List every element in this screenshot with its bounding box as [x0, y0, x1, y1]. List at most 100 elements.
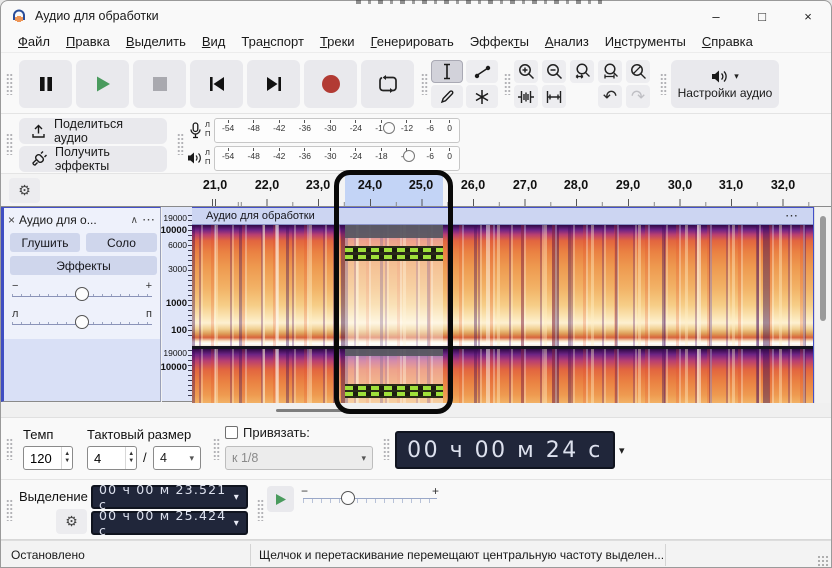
track-menu-icon[interactable]: ⋯	[142, 212, 156, 228]
speed-knob[interactable]	[341, 491, 355, 505]
play-button[interactable]	[76, 60, 129, 108]
spin-down-icon[interactable]: ▼	[128, 458, 134, 465]
toolbar-grip[interactable]	[6, 133, 13, 155]
vertical-scrollbar[interactable]	[814, 207, 831, 403]
playhead-time-display[interactable]: 00 ч 00 м 24 с	[395, 431, 615, 469]
get-effects-button[interactable]: Получить эффекты	[19, 145, 167, 173]
pan-knob[interactable]	[75, 315, 89, 329]
track-name[interactable]: Аудио для о...	[19, 213, 127, 227]
beats-input[interactable]	[88, 447, 126, 469]
redo-button[interactable]: ↷	[626, 85, 650, 108]
timeline-tick-label: 30,0	[667, 178, 693, 192]
multi-tool-button[interactable]	[466, 85, 498, 108]
snap-checkbox[interactable]	[225, 426, 238, 439]
playback-meter[interactable]: -54 -48 -42 -36 -30 -24 -18 -12 -6 0	[214, 146, 460, 171]
minimize-button[interactable]: –	[693, 1, 739, 31]
zoom-in-button[interactable]	[514, 60, 538, 83]
snap-select[interactable]: к 1/8 ▾	[225, 446, 373, 470]
horizontal-scrollbar[interactable]	[1, 403, 831, 418]
maximize-button[interactable]: □	[739, 1, 785, 31]
spectral-selection-edge[interactable]	[345, 255, 443, 259]
menu-view[interactable]: Вид	[194, 32, 234, 51]
clip-menu-icon[interactable]: ⋯	[785, 208, 799, 224]
spectrogram-channel-1[interactable]	[192, 225, 813, 346]
vertical-scrollbar-thumb[interactable]	[820, 216, 826, 321]
timeline-minor-ticks	[191, 202, 813, 206]
timeline-ruler[interactable]: ⚙ 21,0 22,0 23,0 24,0 25,0 26,0 27,0 28,…	[1, 174, 831, 207]
spin-up-icon[interactable]: ▲	[64, 451, 70, 458]
loop-button[interactable]	[361, 60, 414, 108]
pan-slider[interactable]: л п	[10, 308, 154, 332]
selection-options-button[interactable]: ⚙	[56, 509, 87, 534]
audio-setup-button[interactable]: ▾ Настройки аудио	[671, 60, 779, 108]
menu-tracks[interactable]: Треки	[312, 32, 363, 51]
menu-analyze[interactable]: Анализ	[537, 32, 597, 51]
spectral-selection-edge[interactable]	[345, 392, 443, 396]
audio-clip[interactable]: Аудио для обработки ⋯	[192, 207, 814, 403]
menu-select[interactable]: Выделить	[118, 32, 194, 51]
tempo-input[interactable]	[24, 447, 62, 469]
toolbar-grip[interactable]	[257, 499, 264, 521]
beats-spinner[interactable]: ▲ ▼	[87, 446, 137, 470]
pause-button[interactable]	[19, 60, 72, 108]
effects-button[interactable]: Эффекты	[10, 256, 157, 275]
playback-speed-slider[interactable]: − +	[299, 484, 441, 513]
trim-audio-button[interactable]	[514, 85, 538, 108]
menu-transport[interactable]: Транспорт	[233, 32, 312, 51]
toolbar-grip[interactable]	[213, 438, 220, 460]
play-at-speed-button[interactable]	[267, 486, 294, 512]
snap-checkbox-row[interactable]: Привязать:	[225, 425, 310, 440]
menu-generate[interactable]: Генерировать	[363, 32, 462, 51]
time-format-dropdown-icon[interactable]: ▾	[619, 444, 625, 457]
zoom-selection-button[interactable]	[570, 60, 594, 83]
record-meter[interactable]: -54 -48 -42 -36 -30 -24 -18 -12 -6 0	[214, 118, 460, 143]
undo-button[interactable]: ↶	[598, 85, 622, 108]
zoom-toggle-button[interactable]	[626, 60, 650, 83]
track-collapse-icon[interactable]: ∧	[131, 215, 138, 226]
silence-audio-button[interactable]	[542, 85, 566, 108]
skip-to-start-button[interactable]	[190, 60, 243, 108]
spin-up-icon[interactable]: ▲	[128, 451, 134, 458]
close-button[interactable]: ×	[785, 1, 831, 31]
selection-tool-button[interactable]	[431, 60, 463, 83]
draw-tool-button[interactable]	[431, 85, 463, 108]
skip-to-end-button[interactable]	[247, 60, 300, 108]
toolbar-grip[interactable]	[504, 73, 511, 95]
spectrogram-channel-2[interactable]	[192, 349, 813, 403]
mute-button[interactable]: Глушить	[10, 233, 80, 252]
selection-end-field[interactable]: 00 ч 00 м 25.424 с ▾	[91, 508, 248, 538]
beat-unit-select[interactable]: 4 ▾	[153, 446, 201, 470]
track-close-icon[interactable]: ×	[8, 213, 15, 227]
selection-start-field[interactable]: 00 ч 00 м 23.521 с ▾	[91, 482, 248, 512]
menu-file[interactable]: Файл	[10, 32, 58, 51]
gain-slider[interactable]: − +	[10, 280, 154, 304]
timeline-options-button[interactable]: ⚙	[9, 178, 40, 203]
toolbar-grip[interactable]	[383, 438, 390, 460]
gain-knob[interactable]	[75, 287, 89, 301]
clip-header[interactable]: Аудио для обработки ⋯	[192, 208, 813, 225]
toolbar-grip[interactable]	[660, 73, 667, 95]
zoom-out-button[interactable]	[542, 60, 566, 83]
menu-help[interactable]: Справка	[694, 32, 761, 51]
resize-grip[interactable]	[818, 556, 829, 567]
toolbar-grip[interactable]	[177, 133, 184, 155]
record-button[interactable]	[304, 60, 357, 108]
toolbar-grip[interactable]	[6, 438, 13, 460]
envelope-tool-button[interactable]	[466, 60, 498, 83]
menu-tools[interactable]: Инструменты	[597, 32, 694, 51]
zoom-fit-button[interactable]	[598, 60, 622, 83]
share-audio-button[interactable]: Поделиться аудио	[19, 117, 167, 145]
playback-volume-knob[interactable]	[402, 150, 415, 162]
menu-edit[interactable]: Правка	[58, 32, 118, 51]
horizontal-scrollbar-thumb[interactable]	[276, 409, 386, 412]
solo-button[interactable]: Соло	[86, 233, 157, 252]
spin-down-icon[interactable]: ▼	[64, 458, 70, 465]
spectral-selection-edge[interactable]	[345, 386, 443, 390]
spectral-selection-edge[interactable]	[345, 248, 443, 252]
menu-effects[interactable]: Эффекты	[462, 32, 537, 51]
stop-button[interactable]	[133, 60, 186, 108]
toolbar-grip[interactable]	[6, 73, 13, 95]
toolbar-grip[interactable]	[6, 499, 13, 521]
tempo-spinner[interactable]: ▲ ▼	[23, 446, 73, 470]
toolbar-grip[interactable]	[421, 73, 428, 95]
